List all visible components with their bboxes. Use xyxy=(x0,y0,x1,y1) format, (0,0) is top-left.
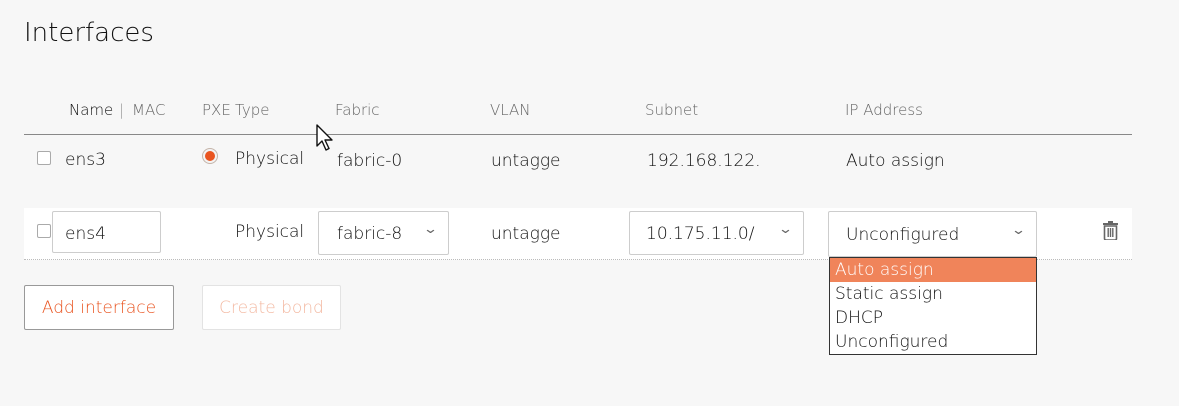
row-checkbox[interactable] xyxy=(37,224,51,238)
interface-vlan: untagge xyxy=(491,151,561,171)
interface-type: Physical xyxy=(235,149,305,169)
trash-icon[interactable] xyxy=(1102,221,1119,240)
interface-type: Physical xyxy=(235,222,305,242)
header-fabric: Fabric xyxy=(335,101,380,119)
interface-name: ens3 xyxy=(65,150,106,170)
subnet-select[interactable]: 10.175.11.0/ ⌄ xyxy=(629,211,804,255)
subnet-select-value: 10.175.11.0/ xyxy=(646,224,755,244)
dropdown-option-unconfigured[interactable]: Unconfigured xyxy=(830,330,1036,354)
header-vlan: VLAN xyxy=(490,101,531,119)
interface-name-value: ens4 xyxy=(65,224,106,244)
fabric-select-value: fabric-8 xyxy=(337,224,403,244)
interface-subnet: 192.168.122. xyxy=(647,151,761,171)
fabric-select[interactable]: fabric-8 ⌄ xyxy=(318,211,449,255)
dropdown-option-static-assign[interactable]: Static assign xyxy=(830,282,1036,306)
header-name[interactable]: Name xyxy=(69,101,113,119)
interface-ip-address: Auto assign xyxy=(846,151,945,171)
radio-selected-icon[interactable] xyxy=(202,148,218,164)
chevron-down-icon: ⌄ xyxy=(422,222,439,237)
header-separator: | xyxy=(119,101,125,119)
row-checkbox[interactable] xyxy=(37,151,51,165)
header-type: Type xyxy=(235,101,270,119)
mouse-cursor-icon xyxy=(316,124,333,151)
dropdown-option-dhcp[interactable]: DHCP xyxy=(830,306,1036,330)
interface-vlan: untagge xyxy=(491,224,561,244)
header-pxe: PXE xyxy=(202,101,231,119)
chevron-down-icon: ⌄ xyxy=(1010,223,1027,238)
add-interface-button[interactable]: Add interface xyxy=(24,285,174,330)
ip-mode-select[interactable]: Unconfigured ⌄ xyxy=(828,211,1037,257)
interface-fabric: fabric-0 xyxy=(337,151,403,171)
page-title: Interfaces xyxy=(24,18,154,48)
interface-name-input[interactable]: ens4 xyxy=(52,211,161,253)
header-subnet: Subnet xyxy=(645,101,699,119)
header-divider xyxy=(24,134,1132,135)
create-bond-button[interactable]: Create bond xyxy=(202,285,341,330)
ip-mode-dropdown: Auto assign Static assign DHCP Unconfigu… xyxy=(829,257,1037,355)
dropdown-option-auto-assign[interactable]: Auto assign xyxy=(830,258,1036,282)
header-ip-address: IP Address xyxy=(845,101,923,119)
header-mac[interactable]: MAC xyxy=(132,101,165,119)
ip-mode-select-value: Unconfigured xyxy=(846,225,960,245)
chevron-down-icon: ⌄ xyxy=(777,222,794,237)
